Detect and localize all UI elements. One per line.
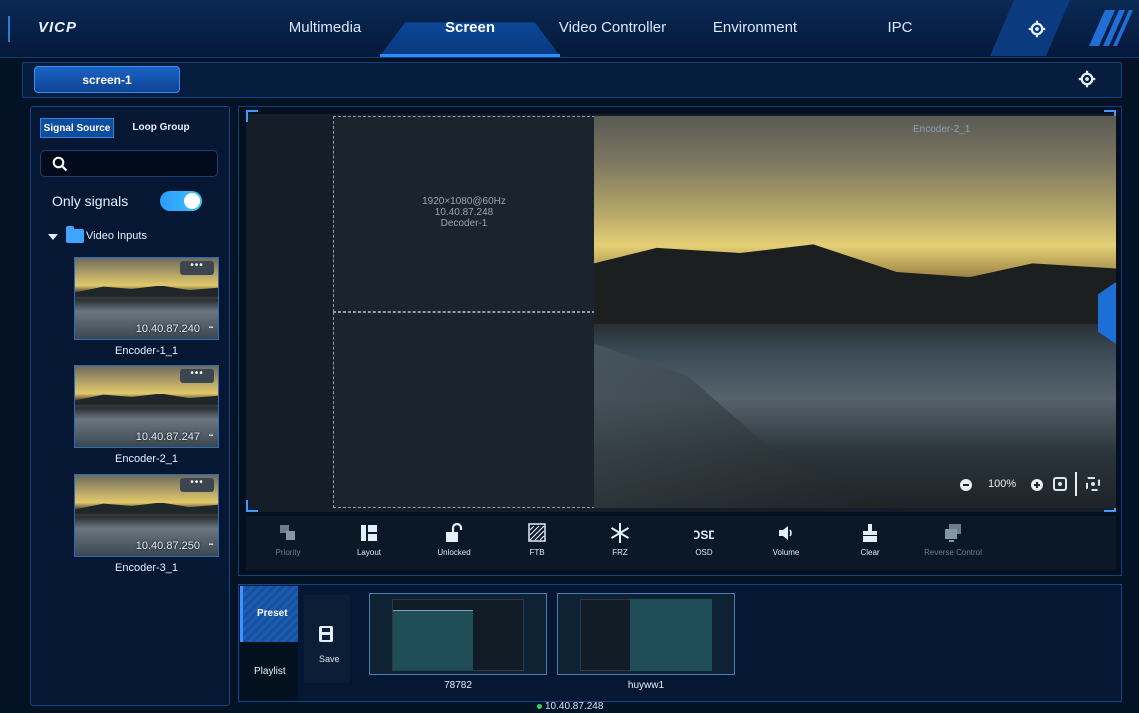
decoder-ip: 10.40.87.248 bbox=[434, 207, 494, 218]
fit-screen-icon[interactable] bbox=[1053, 477, 1067, 491]
lock-button[interactable]: Unlocked bbox=[422, 522, 486, 557]
priority-icon bbox=[280, 525, 295, 540]
canvas-corner bbox=[246, 500, 258, 512]
preset-window bbox=[630, 599, 712, 671]
encoder-card[interactable]: ••• 10.40.87.240 ▪▪ bbox=[74, 257, 219, 340]
priority-button[interactable]: Priority bbox=[256, 522, 320, 557]
volume-icon bbox=[779, 526, 792, 540]
nav-tab-environment[interactable]: Environment bbox=[700, 8, 810, 48]
clear-button[interactable]: Clear bbox=[838, 522, 902, 557]
more-options-button[interactable]: ••• bbox=[180, 478, 214, 492]
tab-playlist[interactable]: Playlist bbox=[240, 642, 298, 700]
encoder-name: Encoder-3_1 bbox=[115, 562, 178, 574]
preset-name: huyww1 bbox=[627, 680, 665, 691]
tab-preset[interactable]: Preset bbox=[240, 586, 298, 642]
nav-tab-video-controller[interactable]: Video Controller bbox=[545, 8, 680, 48]
signal-badge-icon: ▪▪ bbox=[208, 325, 213, 331]
status-dot-icon bbox=[537, 703, 542, 709]
freeze-button[interactable]: FRZ bbox=[588, 522, 652, 557]
snowflake-icon bbox=[610, 523, 630, 543]
clear-icon bbox=[863, 524, 877, 542]
search-input[interactable] bbox=[40, 150, 218, 177]
top-navigation: VICP Multimedia Screen Video Controller … bbox=[0, 0, 1139, 58]
status-ip: 10.40.87.248 bbox=[545, 701, 604, 712]
unlock-icon bbox=[446, 522, 463, 542]
signal-badge-icon: ▪▪ bbox=[208, 433, 213, 439]
toggle-knob bbox=[184, 193, 200, 209]
fullscreen-icon[interactable] bbox=[1086, 477, 1100, 491]
save-icon bbox=[319, 626, 333, 642]
decoder-name: Decoder-1 bbox=[440, 218, 488, 229]
decoder-info: 1920×1080@60Hz 10.40.87.248 Decoder-1 bbox=[333, 196, 595, 229]
chevron-down-icon[interactable] bbox=[48, 234, 58, 240]
nav-active-underline bbox=[380, 54, 560, 57]
zoom-out-icon[interactable] bbox=[960, 479, 972, 491]
screen-tab-bar bbox=[22, 62, 1122, 98]
encoder-card[interactable]: ••• 10.40.87.250 ▪▪ bbox=[74, 474, 219, 557]
decor-stripes bbox=[1089, 10, 1133, 46]
frame-edge bbox=[8, 16, 10, 42]
preset-card[interactable] bbox=[557, 593, 735, 675]
canvas-corner bbox=[246, 110, 258, 122]
preset-name: 78782 bbox=[444, 680, 472, 691]
brand-logo: VICP bbox=[38, 19, 78, 36]
encoder-ip: 10.40.87.240 bbox=[135, 323, 200, 335]
nav-tab-ipc[interactable]: IPC bbox=[860, 8, 940, 48]
tree-item-video-inputs[interactable]: Video Inputs bbox=[86, 230, 147, 242]
zoom-level: 100% bbox=[988, 478, 1017, 490]
reverse-control-button[interactable]: Reverse Control bbox=[913, 522, 993, 557]
folder-icon bbox=[66, 226, 84, 243]
video-window-title: Encoder-2_1 bbox=[913, 124, 971, 135]
only-signals-label: Only signals bbox=[52, 193, 129, 209]
screen-tab-screen-1[interactable]: screen-1 bbox=[34, 66, 180, 93]
decoder-resolution: 1920×1080@60Hz bbox=[422, 196, 506, 207]
only-signals-toggle[interactable] bbox=[160, 191, 202, 211]
more-options-button[interactable]: ••• bbox=[180, 369, 214, 383]
preset-card[interactable] bbox=[369, 593, 547, 675]
tab-signal-source[interactable]: Signal Source bbox=[40, 118, 114, 138]
layout-icon bbox=[361, 525, 377, 541]
gear-icon[interactable] bbox=[1078, 70, 1096, 88]
reverse-control-icon bbox=[945, 524, 961, 542]
search-icon bbox=[52, 156, 68, 172]
nav-tab-screen[interactable]: Screen bbox=[415, 8, 525, 48]
encoder-card[interactable]: ••• 10.40.87.247 ▪▪ bbox=[74, 365, 219, 448]
ftb-button[interactable]: FTB bbox=[505, 522, 569, 557]
preset-window bbox=[393, 610, 473, 670]
layout-button[interactable]: Layout bbox=[337, 522, 401, 557]
nav-tab-multimedia[interactable]: Multimedia bbox=[270, 8, 380, 48]
volume-button[interactable]: Volume bbox=[754, 522, 818, 557]
tab-loop-group[interactable]: Loop Group bbox=[124, 118, 198, 138]
more-options-button[interactable]: ••• bbox=[180, 261, 214, 275]
osd-button[interactable]: OSD OSD bbox=[672, 522, 736, 557]
video-window[interactable] bbox=[594, 116, 1116, 508]
zoom-divider bbox=[1075, 472, 1077, 496]
signal-badge-icon: ▪▪ bbox=[208, 542, 213, 548]
svg-text:OSD: OSD bbox=[694, 528, 714, 542]
gear-icon[interactable] bbox=[1028, 20, 1046, 38]
decoder-window-empty[interactable] bbox=[333, 312, 595, 508]
encoder-ip: 10.40.87.247 bbox=[135, 431, 200, 443]
zoom-in-icon[interactable] bbox=[1031, 479, 1043, 491]
ftb-icon bbox=[528, 523, 546, 542]
save-label: Save bbox=[319, 654, 340, 664]
encoder-ip: 10.40.87.250 bbox=[135, 540, 200, 552]
encoder-name: Encoder-1_1 bbox=[115, 345, 178, 357]
encoder-name: Encoder-2_1 bbox=[115, 453, 178, 465]
connection-status: 10.40.87.248 bbox=[537, 701, 603, 712]
osd-icon: OSD bbox=[694, 528, 714, 542]
